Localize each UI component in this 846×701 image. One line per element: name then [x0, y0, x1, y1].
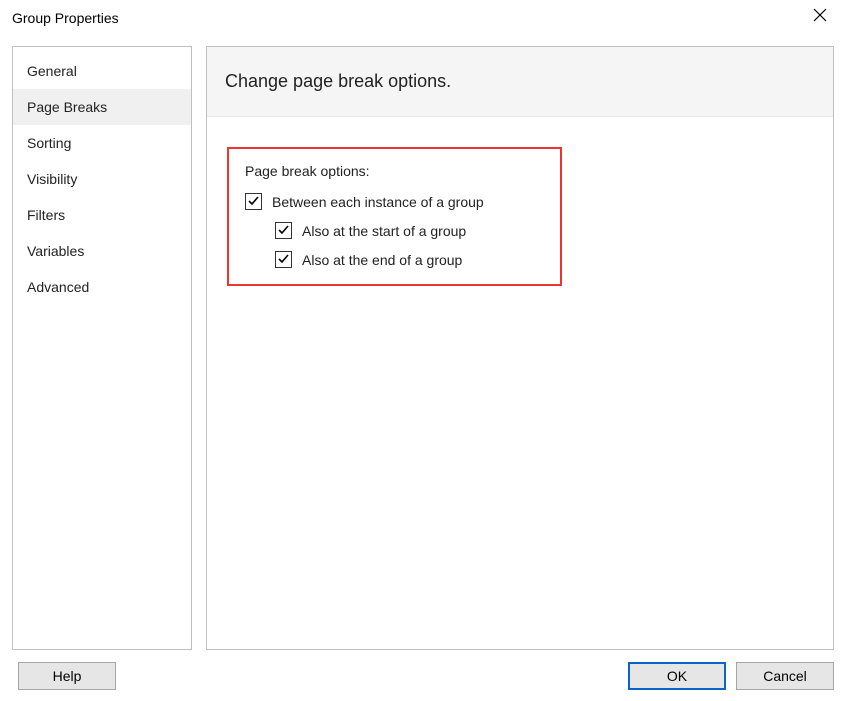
sidebar-item-label: General [27, 63, 77, 79]
checkbox-label: Also at the start of a group [302, 223, 466, 239]
checkbox-start-of-group[interactable] [275, 222, 292, 239]
sidebar-item-general[interactable]: General [13, 53, 191, 89]
page-break-options-highlight: Page break options: Between each instanc… [227, 147, 562, 286]
sidebar-item-sorting[interactable]: Sorting [13, 125, 191, 161]
checkbox-label: Between each instance of a group [272, 194, 484, 210]
sidebar-item-label: Filters [27, 207, 65, 223]
sidebar-item-label: Visibility [27, 171, 77, 187]
dialog-title: Group Properties [12, 10, 119, 26]
sidebar-item-visibility[interactable]: Visibility [13, 161, 191, 197]
button-bar: Help OK Cancel [0, 651, 846, 701]
sidebar-item-page-breaks[interactable]: Page Breaks [13, 89, 191, 125]
title-bar: Group Properties [0, 0, 846, 36]
close-button[interactable] [810, 6, 830, 26]
sidebar-item-label: Page Breaks [27, 99, 107, 115]
ok-button[interactable]: OK [628, 662, 726, 690]
checkbox-row-between-instances: Between each instance of a group [245, 193, 540, 210]
help-button[interactable]: Help [18, 662, 116, 690]
cancel-button[interactable]: Cancel [736, 662, 834, 690]
sidebar-item-label: Sorting [27, 135, 71, 151]
sidebar: General Page Breaks Sorting Visibility F… [12, 46, 192, 650]
options-label: Page break options: [245, 163, 540, 179]
panel-body: Page break options: Between each instanc… [207, 117, 833, 316]
check-icon [277, 252, 290, 268]
check-icon [247, 194, 260, 210]
checkbox-row-end-of-group: Also at the end of a group [275, 251, 540, 268]
panel-heading: Change page break options. [207, 47, 833, 117]
close-icon [813, 8, 827, 25]
checkbox-end-of-group[interactable] [275, 251, 292, 268]
checkbox-label: Also at the end of a group [302, 252, 462, 268]
checkbox-row-start-of-group: Also at the start of a group [275, 222, 540, 239]
check-icon [277, 223, 290, 239]
main-panel: Change page break options. Page break op… [206, 46, 834, 650]
sidebar-item-variables[interactable]: Variables [13, 233, 191, 269]
content-area: General Page Breaks Sorting Visibility F… [0, 36, 846, 650]
sidebar-item-label: Variables [27, 243, 84, 259]
sidebar-item-label: Advanced [27, 279, 89, 295]
sidebar-item-advanced[interactable]: Advanced [13, 269, 191, 305]
checkbox-between-instances[interactable] [245, 193, 262, 210]
sidebar-item-filters[interactable]: Filters [13, 197, 191, 233]
